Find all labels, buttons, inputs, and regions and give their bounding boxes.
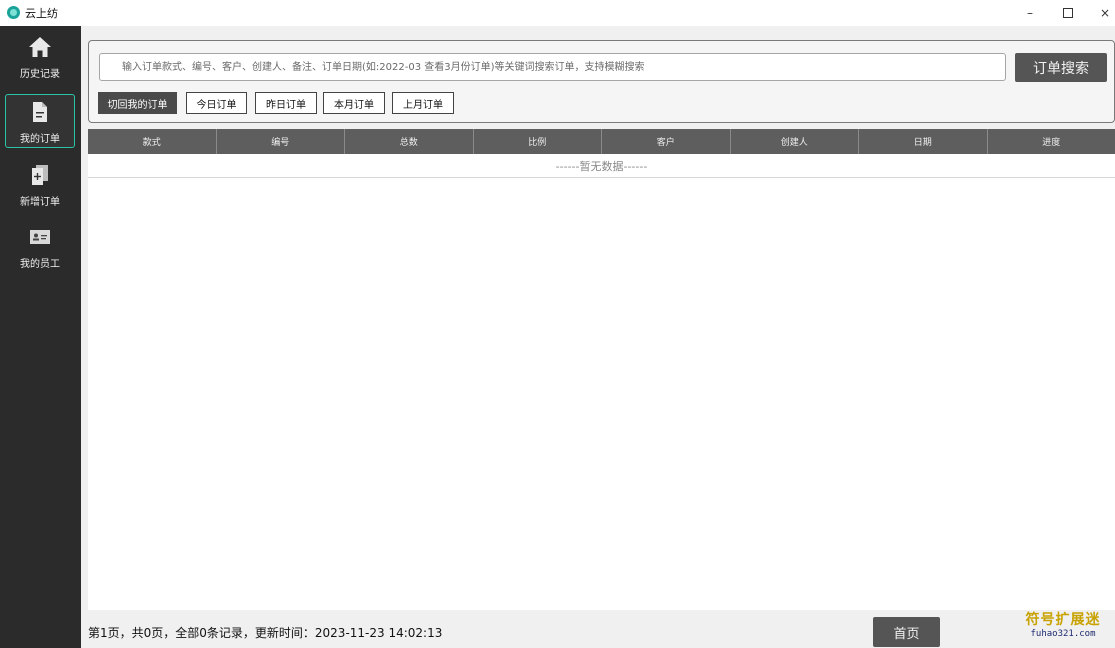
empty-state-text: ------暂无数据------ — [88, 154, 1115, 178]
watermark-logo: 符号扩展迷 fuhao321.com — [1011, 612, 1115, 646]
footer: 第1页，共0页，全部0条记录，更新时间：2023-11-23 14:02:13 … — [81, 610, 1115, 648]
first-page-button[interactable]: 首页 — [873, 617, 940, 647]
order-search-button[interactable]: 订单搜索 — [1015, 53, 1107, 82]
column-header-number[interactable]: 编号 — [217, 129, 345, 154]
sidebar-item-label: 历史记录 — [20, 69, 60, 80]
maximize-icon — [1063, 8, 1073, 18]
column-header-ratio[interactable]: 比例 — [474, 129, 602, 154]
filter-my-orders-button[interactable]: 切回我的订单 — [98, 92, 177, 114]
window-title: 云上纺 — [25, 7, 58, 20]
title-bar: 云上纺 – × — [0, 0, 1115, 26]
filter-yesterday-button[interactable]: 昨日订单 — [255, 92, 317, 114]
column-header-creator[interactable]: 创建人 — [731, 129, 859, 154]
filter-last-month-button[interactable]: 上月订单 — [392, 92, 454, 114]
column-header-date[interactable]: 日期 — [859, 129, 988, 154]
add-document-icon — [5, 162, 75, 188]
search-panel: 订单搜索 切回我的订单 今日订单 昨日订单 本月订单 上月订单 — [88, 40, 1115, 123]
search-input[interactable] — [99, 53, 1006, 81]
minimize-button[interactable]: – — [1012, 0, 1048, 26]
sidebar-item-new-order[interactable]: 新增订单 — [5, 158, 75, 212]
maximize-button[interactable] — [1050, 0, 1086, 26]
orders-table: 款式 编号 总数 比例 客户 创建人 日期 进度 ------暂无数据-----… — [88, 129, 1115, 610]
app-logo-icon — [7, 6, 20, 19]
close-button[interactable]: × — [1087, 0, 1115, 26]
sidebar-item-label: 新增订单 — [20, 197, 60, 208]
table-header: 款式 编号 总数 比例 客户 创建人 日期 进度 — [88, 129, 1115, 154]
watermark-cn: 符号扩展迷 — [1025, 612, 1101, 628]
sidebar-item-label: 我的员工 — [20, 259, 60, 270]
home-icon — [5, 34, 75, 60]
column-header-customer[interactable]: 客户 — [602, 129, 731, 154]
id-card-icon — [5, 224, 75, 250]
column-header-style[interactable]: 款式 — [88, 129, 217, 154]
filter-this-month-button[interactable]: 本月订单 — [323, 92, 385, 114]
sidebar-item-my-staff[interactable]: 我的员工 — [5, 220, 75, 274]
sidebar: 历史记录 我的订单 新增订单 我的员工 — [0, 26, 81, 648]
sidebar-item-my-orders[interactable]: 我的订单 — [5, 94, 75, 148]
filter-today-button[interactable]: 今日订单 — [186, 92, 247, 114]
pagination-info: 第1页，共0页，全部0条记录，更新时间：2023-11-23 14:02:13 — [88, 626, 443, 640]
column-header-total[interactable]: 总数 — [345, 129, 474, 154]
watermark-en: fuhao321.com — [1030, 629, 1096, 639]
sidebar-item-history[interactable]: 历史记录 — [5, 30, 75, 84]
column-header-progress[interactable]: 进度 — [988, 129, 1115, 154]
document-icon — [6, 99, 74, 125]
sidebar-item-label: 我的订单 — [20, 134, 60, 145]
